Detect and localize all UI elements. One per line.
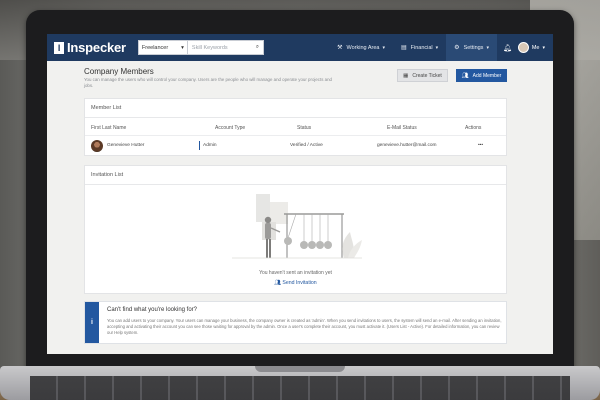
row-actions-button[interactable]: ••• <box>478 143 483 148</box>
empty-state-text: You haven't sent an invitation yet <box>259 270 332 276</box>
user-label: Me <box>531 44 540 51</box>
add-user-icon: 👥︎ <box>461 72 469 79</box>
invitation-list-title: Invitation List <box>91 172 124 178</box>
chevron-down-icon: ▾ <box>382 44 385 51</box>
gear-icon: ⚙ <box>454 45 460 51</box>
search-bar: Freelancer ▾ Skill Keywords ⌕ <box>137 40 264 55</box>
divider <box>85 117 506 118</box>
send-invitation-link[interactable]: 👥︎ Send Invitation <box>85 280 506 286</box>
app-screen: I Inspecker Freelancer ▾ Skill Keywords … <box>47 34 553 354</box>
create-ticket-button[interactable]: ▦ Create Ticket <box>397 69 448 82</box>
add-member-label: Add Member <box>472 72 502 79</box>
search-type-value: Freelancer <box>141 44 169 51</box>
invitation-list-card: Invitation List You haven't sent an invi… <box>84 165 507 294</box>
info-text: You can add users to your company. Your … <box>107 318 502 336</box>
page-title: Company Members <box>84 67 154 76</box>
send-invitation-label: Send Invitation <box>282 280 317 286</box>
table-row[interactable]: Genevieve Hutter Admin Verified / Active… <box>85 135 506 155</box>
column-header-account-type: Account Type <box>215 125 246 131</box>
laptop-keyboard <box>30 376 570 400</box>
search-input[interactable]: Skill Keywords ⌕ <box>187 40 264 55</box>
empty-state-illustration <box>232 194 362 259</box>
logo-i-icon: I <box>54 41 64 54</box>
user-menu[interactable]: Me ▾ <box>517 42 545 53</box>
nav-working-area[interactable]: ⚒ Working Area ▾ <box>329 34 393 61</box>
page-description: You can manage the users who will contro… <box>84 77 332 89</box>
chevron-down-icon: ▾ <box>435 44 439 51</box>
info-icon: i <box>85 302 99 343</box>
add-user-icon: 👥︎ <box>274 280 281 286</box>
nav-items: ⚒ Working Area ▾ ▤ Financial ▾ ⚙ Setting… <box>329 34 553 61</box>
chevron-down-icon: ▾ <box>542 44 545 51</box>
add-member-button[interactable]: 👥︎ Add Member <box>456 69 507 82</box>
member-list-card: Member List First Last Name Account Type… <box>84 98 507 156</box>
nav-settings[interactable]: ⚙ Settings ▾ <box>446 34 497 61</box>
ticket-icon: ▦ <box>403 72 409 79</box>
search-type-select[interactable]: Freelancer ▾ <box>137 40 188 55</box>
nav-financial[interactable]: ▤ Financial ▾ <box>393 34 446 61</box>
laptop-notch <box>255 366 345 372</box>
column-header-status: Status <box>297 125 312 131</box>
column-header-name: First Last Name <box>91 125 127 131</box>
member-list-title: Member List <box>91 105 122 111</box>
bell-icon[interactable]: 🔔︎ <box>497 44 518 52</box>
member-email: genevieve.hutter@mail.com <box>377 143 437 148</box>
toolbox-icon: ⚒ <box>337 45 343 51</box>
create-ticket-label: Create Ticket <box>412 72 442 79</box>
nav-label: Settings <box>463 44 484 51</box>
divider <box>85 184 506 185</box>
member-account-type: Admin <box>203 143 217 148</box>
nav-label: Financial <box>410 44 433 51</box>
nav-label: Working Area <box>346 44 380 51</box>
column-header-actions: Actions <box>465 125 482 131</box>
top-navigation: I Inspecker Freelancer ▾ Skill Keywords … <box>47 34 553 61</box>
column-header-email-status: E-Mail Status <box>387 125 417 131</box>
help-info-box: i Can't find what you're looking for? Yo… <box>84 301 507 344</box>
chevron-down-icon: ▾ <box>486 44 489 51</box>
avatar <box>91 140 103 152</box>
app-logo[interactable]: I Inspecker <box>54 40 126 55</box>
logo-text: Inspecker <box>67 40 126 55</box>
member-status: Verified / Active <box>290 143 323 148</box>
chevron-down-icon: ▾ <box>181 44 184 51</box>
wallet-icon: ▤ <box>400 45 407 51</box>
search-icon: ⌕ <box>255 44 259 50</box>
avatar <box>517 42 529 53</box>
member-name: Genevieve Hutter <box>107 143 145 148</box>
info-title: Can't find what you're looking for? <box>107 307 198 313</box>
account-type-marker <box>199 141 200 150</box>
search-placeholder: Skill Keywords <box>191 44 228 51</box>
